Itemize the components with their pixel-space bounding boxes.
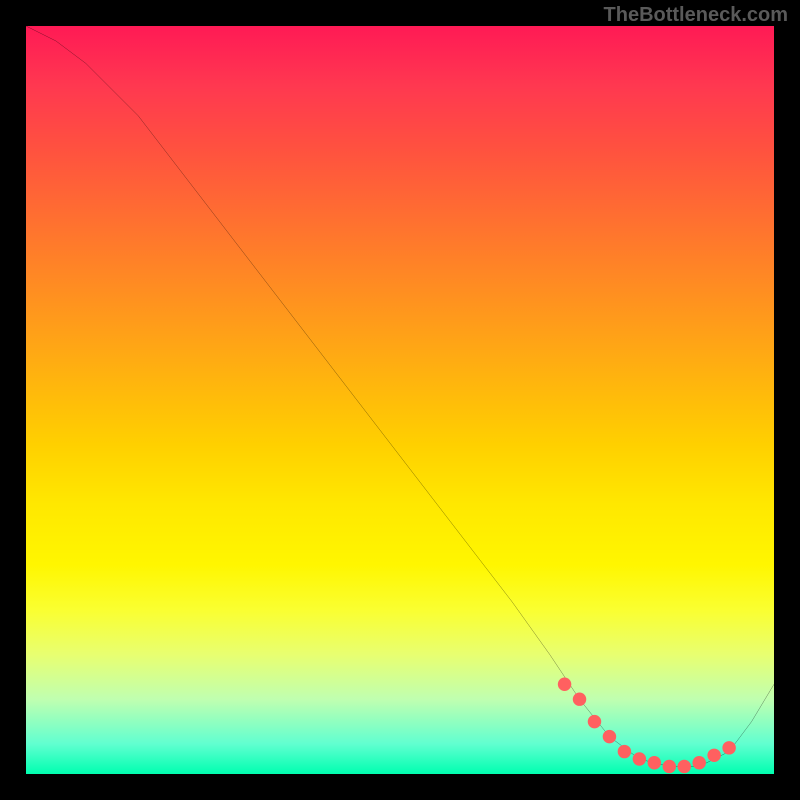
bottleneck-curve-path: [26, 26, 774, 767]
highlight-marker: [722, 741, 735, 754]
highlight-markers: [558, 678, 736, 774]
highlight-marker: [588, 715, 601, 728]
highlight-marker: [648, 756, 661, 769]
highlight-marker: [633, 752, 646, 765]
highlight-marker: [663, 760, 676, 773]
highlight-marker: [707, 749, 720, 762]
highlight-marker: [573, 692, 586, 705]
attribution-text: TheBottleneck.com: [604, 4, 788, 27]
highlight-marker: [603, 730, 616, 743]
highlight-marker: [558, 678, 571, 691]
chart-area: [26, 26, 774, 774]
highlight-marker: [678, 760, 691, 773]
highlight-marker: [692, 756, 705, 769]
bottleneck-curve-svg: [26, 26, 774, 774]
highlight-marker: [618, 745, 631, 758]
